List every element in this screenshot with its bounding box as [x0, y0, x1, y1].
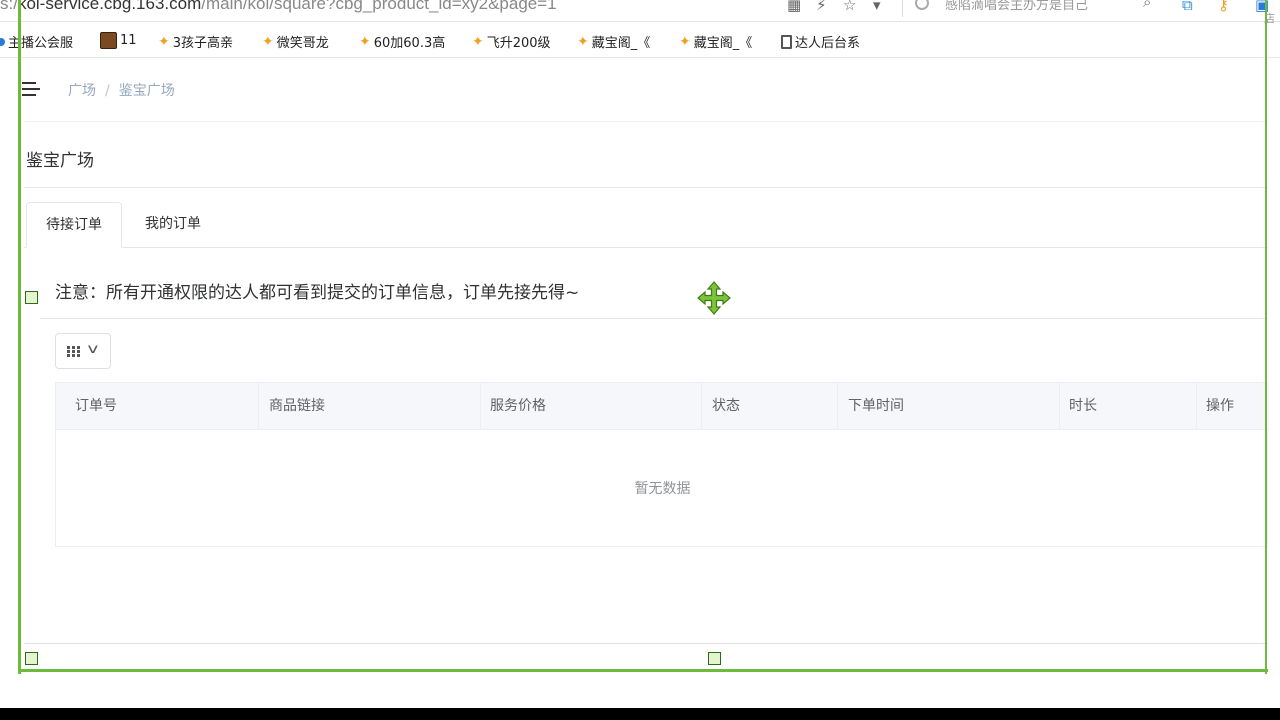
- resize-handle-bottom[interactable]: [708, 652, 721, 665]
- selection-border-bottom: [18, 669, 1268, 672]
- star-icon: ✦: [262, 33, 274, 50]
- notice-divider: [40, 318, 1268, 319]
- search-engine-icon: [915, 0, 929, 10]
- resize-handle-bottom-left[interactable]: [25, 652, 38, 665]
- bookmark-item[interactable]: ✦ 3孩子高亲: [158, 32, 234, 52]
- bottom-divider: [24, 643, 1268, 644]
- tab-my-orders[interactable]: 我的订单: [124, 202, 222, 248]
- star-icon: ✦: [679, 33, 691, 50]
- column-header-product-link[interactable]: 商品链接: [259, 383, 481, 430]
- star-icon: ✦: [472, 33, 484, 50]
- bookmark-label: 藏宝阁_《: [591, 36, 651, 51]
- column-header-service-price[interactable]: 服务价格: [481, 383, 702, 430]
- bookmark-item[interactable]: ✦ 微笑哥龙: [262, 32, 329, 52]
- qr-code-icon[interactable]: ▦: [787, 0, 801, 14]
- notice-text: 注意：所有开通权限的达人都可看到提交的订单信息，订单先接先得~: [55, 283, 580, 303]
- move-cursor-icon: [697, 281, 731, 315]
- breadcrumb-home[interactable]: 广场: [68, 83, 96, 99]
- document-icon: [781, 34, 792, 49]
- bookmark-item[interactable]: 11: [100, 32, 137, 49]
- url-host: kol-service.cbg.163.com: [17, 0, 202, 13]
- search-icon[interactable]: ⌕: [1143, 0, 1151, 11]
- title-divider: [24, 187, 1268, 188]
- bookmark-item[interactable]: 达人后台系: [781, 32, 860, 51]
- selection-border-right: [1265, 0, 1267, 674]
- sync-icon[interactable]: ⧉: [1182, 0, 1193, 14]
- browser-window: s:/kol-service.cbg.163.com/main/kol/squa…: [0, 0, 1280, 708]
- page-content: 广场 / 鉴宝广场 鉴宝广场 待接订单 我的订单 注意：所有开通权限的达人都可看到提…: [0, 60, 1280, 708]
- bookmark-label: 60加60.3高: [373, 36, 446, 51]
- tabs: 待接订单 我的订单: [24, 202, 1268, 248]
- bookmark-item[interactable]: 主播公会服: [0, 32, 73, 51]
- bookmark-label: 微笑哥龙: [276, 36, 329, 51]
- header-divider: [24, 121, 1268, 122]
- star-icon: ✦: [158, 33, 170, 50]
- bookmark-label: 藏宝阁_《: [693, 36, 753, 51]
- search-placeholder: 感陷滴唱会主办方是自己: [945, 0, 1089, 13]
- url-prefix: s:/: [0, 0, 18, 13]
- column-header-order-no[interactable]: 订单号: [56, 383, 259, 430]
- empty-state-text: 暂无数据: [634, 481, 691, 497]
- selection-border-left: [18, 0, 21, 674]
- tab-pending-orders[interactable]: 待接订单: [26, 202, 122, 248]
- bookmark-item[interactable]: ✦ 藏宝阁_《: [577, 32, 651, 52]
- search-box[interactable]: 感陷滴唱会主办方是自己 ⌕: [902, 0, 1164, 17]
- column-header-status[interactable]: 状态: [702, 383, 838, 430]
- bookmark-label: 11: [120, 33, 137, 48]
- breadcrumb-current: 鉴宝广场: [118, 83, 175, 99]
- bookmark-label: 飞升200级: [486, 36, 551, 51]
- column-header-actions[interactable]: 操作: [1197, 383, 1269, 430]
- column-header-duration[interactable]: 时长: [1060, 383, 1197, 430]
- page-title: 鉴宝广场: [26, 151, 94, 171]
- column-header-order-time[interactable]: 下单时间: [838, 383, 1060, 430]
- chevron-down-icon: v: [87, 342, 99, 357]
- table-header: 订单号 商品链接 服务价格 状态 下单时间 时长 操作: [56, 383, 1269, 430]
- breadcrumb-separator: /: [105, 83, 110, 99]
- resize-handle-left[interactable]: [25, 291, 38, 304]
- bookmark-label: 3孩子高亲: [172, 36, 234, 51]
- breadcrumb: 广场 / 鉴宝广场: [68, 80, 175, 100]
- url-text[interactable]: s:/kol-service.cbg.163.com/main/kol/squa…: [0, 0, 557, 14]
- bookmarks-bar: 主播公会服 11 ✦ 3孩子高亲 ✦ 微笑哥龙 ✦ 60加60.3高 ✦ 飞升200级 …: [0, 28, 1280, 58]
- orders-table: 订单号 商品链接 服务价格 状态 下单时间 时长 操作 暂无数据: [55, 382, 1269, 547]
- key-icon[interactable]: ⚷: [1218, 0, 1229, 14]
- bookmark-label: 达人后台系: [795, 36, 861, 51]
- url-path: /main/kol/square?cbg_product_id=xy2&page…: [201, 0, 557, 13]
- bookmark-star-icon[interactable]: ☆: [843, 0, 856, 14]
- bookmark-item[interactable]: ✦ 60加60.3高: [359, 32, 446, 52]
- star-icon: ✦: [577, 33, 589, 50]
- star-icon: ✦: [359, 33, 371, 50]
- bookmark-item[interactable]: ✦ 飞升200级: [472, 32, 551, 52]
- bookmark-item[interactable]: ✦ 藏宝阁_《: [679, 32, 753, 52]
- screen: s:/kol-service.cbg.163.com/main/kol/squa…: [0, 0, 1280, 720]
- game-icon: [100, 32, 117, 49]
- grid-icon: [67, 346, 81, 358]
- column-toggle-button[interactable]: v: [55, 333, 111, 369]
- address-bar[interactable]: s:/kol-service.cbg.163.com/main/kol/squa…: [0, 0, 1280, 25]
- lightning-icon[interactable]: ⚡: [816, 0, 827, 14]
- blue-dot-icon: [0, 37, 5, 46]
- dropdown-arrow-icon[interactable]: ▾: [873, 0, 881, 14]
- menu-toggle-icon[interactable]: [22, 82, 40, 96]
